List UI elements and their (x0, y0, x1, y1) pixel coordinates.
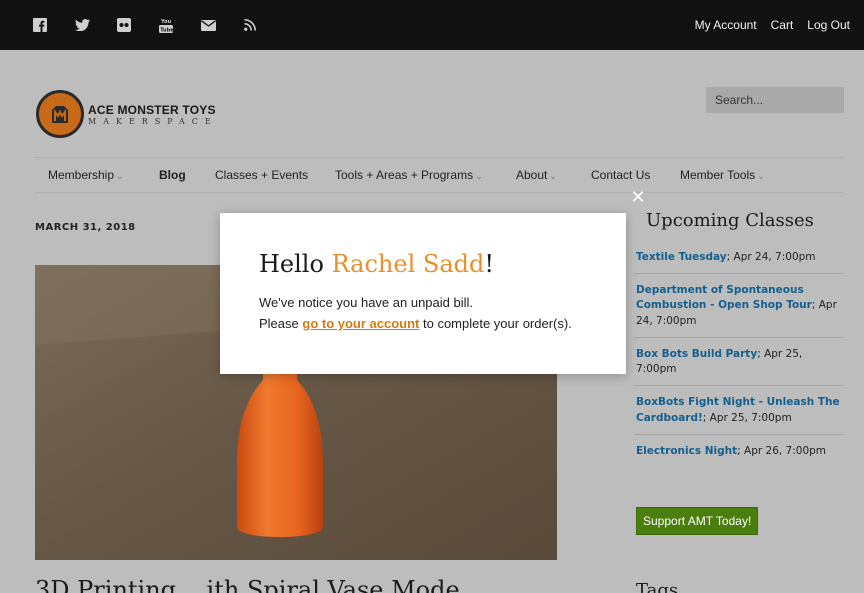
account-links: My Account Cart Log Out (695, 18, 850, 32)
unpaid-bill-modal: Hello Rachel Sadd! We've notice you have… (220, 213, 626, 374)
nav-item-member-tools[interactable]: Member Tools ⌄ (680, 168, 765, 182)
svg-text:Tube: Tube (160, 27, 173, 33)
go-to-account-link[interactable]: go to your account (302, 316, 419, 331)
class-link[interactable]: Electronics Night (636, 445, 737, 457)
close-icon[interactable]: ✕ (629, 188, 647, 208)
svg-text:You: You (160, 19, 172, 25)
email-icon[interactable] (192, 15, 224, 35)
main-nav: Membership ⌄ Blog Classes + Events Tools … (34, 157, 844, 193)
tags-title: Tags (636, 580, 679, 593)
class-item: Textile Tuesday; Apr 24, 7:00pm (634, 241, 844, 275)
twitter-icon[interactable] (66, 15, 98, 35)
search-input[interactable] (706, 87, 844, 113)
logo-name: ACE MONSTER TOYS (88, 102, 216, 117)
nav-item-blog[interactable]: Blog (159, 168, 186, 182)
chevron-down-icon: ⌄ (757, 171, 765, 181)
sidebar: Upcoming Classes Textile Tuesday; Apr 24… (634, 210, 844, 535)
logo-subtitle: MAKERSPACE (88, 116, 218, 126)
nav-item-classes-events[interactable]: Classes + Events (215, 168, 308, 182)
site-header: ACE MONSTER TOYS MAKERSPACE (0, 50, 864, 158)
modal-message-line1: We've notice you have an unpaid bill. (259, 295, 473, 310)
social-links: You Tube (24, 15, 276, 35)
modal-message-line2: Please go to your account to complete yo… (259, 315, 572, 331)
top-bar: You Tube My Account Cart Log Out (0, 0, 864, 50)
class-link[interactable]: Box Bots Build Party (636, 348, 757, 360)
nav-item-membership[interactable]: Membership ⌄ (48, 168, 124, 182)
class-link[interactable]: Department of Spontaneous Combustion - O… (636, 284, 812, 311)
nav-item-about[interactable]: About ⌄ (516, 168, 557, 182)
nav-item-contact-us[interactable]: Contact Us (591, 168, 650, 182)
class-item: Electronics Night; Apr 26, 7:00pm (636, 444, 827, 457)
facebook-icon[interactable] (24, 15, 56, 35)
chevron-down-icon: ⌄ (475, 171, 483, 181)
post-title[interactable]: 3D Printing ...ith Spiral Vase Mode (35, 576, 460, 593)
upcoming-classes-title: Upcoming Classes (646, 210, 814, 231)
my-account-link[interactable]: My Account (695, 18, 757, 32)
class-link[interactable]: Textile Tuesday (636, 251, 727, 263)
class-item: Box Bots Build Party; Apr 25, 7:00pm (634, 338, 844, 387)
cart-link[interactable]: Cart (771, 18, 794, 32)
youtube-icon[interactable]: You Tube (150, 15, 182, 35)
class-item: BoxBots Fight Night - Unleash The Cardbo… (634, 386, 844, 435)
logout-link[interactable]: Log Out (807, 18, 850, 32)
user-name: Rachel Sadd (331, 250, 485, 278)
chevron-down-icon: ⌄ (549, 171, 557, 181)
flickr-icon[interactable] (108, 15, 140, 35)
support-button[interactable]: Support AMT Today! (636, 506, 759, 535)
post-date: MARCH 31, 2018 (35, 222, 136, 233)
nav-item-tools-areas-programs[interactable]: Tools + Areas + Programs ⌄ (335, 168, 483, 182)
class-item: Department of Spontaneous Combustion - O… (634, 274, 844, 338)
modal-greeting: Hello Rachel Sadd! (259, 250, 495, 278)
logo-badge (36, 90, 84, 138)
site-logo[interactable]: ACE MONSTER TOYS MAKERSPACE (36, 90, 218, 138)
rss-icon[interactable] (234, 15, 266, 35)
chevron-down-icon: ⌄ (116, 171, 124, 181)
